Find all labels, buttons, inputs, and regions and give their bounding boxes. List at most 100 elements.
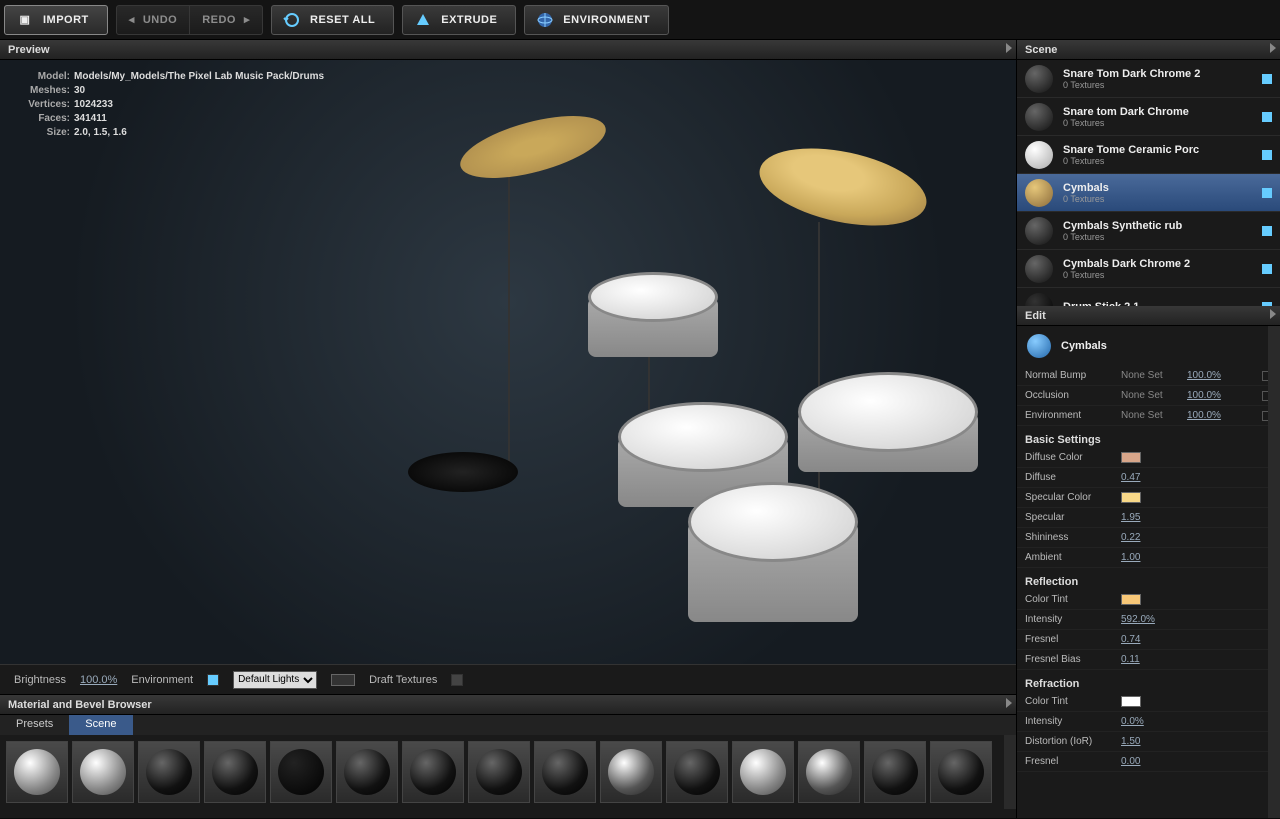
visibility-toggle[interactable] <box>1262 264 1272 274</box>
expand-icon[interactable] <box>1270 309 1276 319</box>
expand-icon[interactable] <box>1006 698 1012 708</box>
property-row: Color Tint <box>1017 590 1280 610</box>
scene-item[interactable]: Snare tom Dark Chrome0 Textures <box>1017 98 1280 136</box>
material-ball-icon <box>1025 255 1053 283</box>
environment-button[interactable]: ENVIRONMENT <box>524 5 669 35</box>
preview-viewport[interactable]: Model:Models/My_Models/The Pixel Lab Mus… <box>0 60 1016 664</box>
material-thumb[interactable] <box>732 741 794 803</box>
property-value[interactable]: 0.22 <box>1121 532 1171 543</box>
property-value[interactable]: 0.47 <box>1121 472 1171 483</box>
property-value[interactable]: 1.50 <box>1121 736 1171 747</box>
scene-item-sub: 0 Textures <box>1063 232 1252 242</box>
scrollbar[interactable] <box>1268 326 1280 818</box>
property-value[interactable]: 100.0% <box>1187 370 1237 381</box>
color-swatch[interactable] <box>1121 696 1141 707</box>
scene-item[interactable]: Drum Stick 2.1 <box>1017 288 1280 306</box>
property-row: Specular Color <box>1017 488 1280 508</box>
import-icon: ▣ <box>15 10 35 30</box>
scrollbar[interactable] <box>1004 735 1016 809</box>
draft-textures-checkbox[interactable] <box>451 674 463 686</box>
material-thumb[interactable] <box>72 741 134 803</box>
tab-scene[interactable]: Scene <box>69 715 132 735</box>
visibility-toggle[interactable] <box>1262 112 1272 122</box>
visibility-toggle[interactable] <box>1262 188 1272 198</box>
extrude-button[interactable]: EXTRUDE <box>402 5 516 35</box>
lights-select[interactable]: Default Lights <box>233 671 317 689</box>
property-label: Distortion (IoR) <box>1025 736 1115 747</box>
scene-item[interactable]: Cymbals0 Textures <box>1017 174 1280 212</box>
expand-icon[interactable] <box>1006 43 1012 53</box>
visibility-toggle[interactable] <box>1262 150 1272 160</box>
material-thumb[interactable] <box>600 741 662 803</box>
material-thumb[interactable] <box>270 741 332 803</box>
property-row: Distortion (IoR) 1.50 <box>1017 732 1280 752</box>
property-value[interactable]: 592.0% <box>1121 614 1171 625</box>
environment-checkbox[interactable] <box>207 674 219 686</box>
property-label: Diffuse Color <box>1025 452 1115 463</box>
undo-arrow-icon: ◂ <box>129 13 135 26</box>
scene-item-sub: 0 Textures <box>1063 270 1252 280</box>
material-thumb[interactable] <box>468 741 530 803</box>
color-swatch[interactable] <box>1121 492 1141 503</box>
material-ball-icon <box>1025 293 1053 307</box>
brightness-value[interactable]: 100.0% <box>80 674 117 686</box>
property-value[interactable]: 0.0% <box>1121 716 1171 727</box>
property-label: Fresnel <box>1025 756 1115 767</box>
draft-textures-label: Draft Textures <box>369 674 437 686</box>
material-thumb[interactable] <box>534 741 596 803</box>
color-swatch[interactable] <box>1121 452 1141 463</box>
property-value[interactable]: 100.0% <box>1187 390 1237 401</box>
material-thumb[interactable] <box>402 741 464 803</box>
material-thumb[interactable] <box>138 741 200 803</box>
property-value[interactable]: 100.0% <box>1187 410 1237 421</box>
property-row: Fresnel Bias 0.11 <box>1017 650 1280 670</box>
property-none-set[interactable]: None Set <box>1121 390 1181 401</box>
scene-item-name: Snare Tom Dark Chrome 2 <box>1063 68 1252 80</box>
property-value[interactable]: 0.74 <box>1121 634 1171 645</box>
tab-presets[interactable]: Presets <box>0 715 69 735</box>
import-button[interactable]: ▣IMPORT <box>4 5 108 35</box>
material-thumb[interactable] <box>204 741 266 803</box>
scene-item-sub: 0 Textures <box>1063 194 1252 204</box>
property-row: Normal BumpNone Set100.0% <box>1017 366 1280 386</box>
reset-all-button[interactable]: RESET ALL <box>271 5 394 35</box>
material-thumb[interactable] <box>336 741 398 803</box>
scene-item[interactable]: Cymbals Dark Chrome 20 Textures <box>1017 250 1280 288</box>
property-row: Specular 1.95 <box>1017 508 1280 528</box>
visibility-toggle[interactable] <box>1262 74 1272 84</box>
material-thumb[interactable] <box>798 741 860 803</box>
browser-tabs: Presets Scene <box>0 715 1016 735</box>
scene-item[interactable]: Snare Tome Ceramic Porc0 Textures <box>1017 136 1280 174</box>
property-row: Diffuse0.47 <box>1017 468 1280 488</box>
property-row: EnvironmentNone Set100.0% <box>1017 406 1280 426</box>
expand-icon[interactable] <box>1270 43 1276 53</box>
property-label: Fresnel Bias <box>1025 654 1115 665</box>
property-value[interactable]: 1.95 <box>1121 512 1171 523</box>
property-none-set[interactable]: None Set <box>1121 370 1181 381</box>
material-spheres <box>0 735 1016 809</box>
property-none-set[interactable]: None Set <box>1121 410 1181 421</box>
property-value[interactable]: 1.00 <box>1121 552 1171 563</box>
reset-icon <box>282 10 302 30</box>
property-label: Specular <box>1025 512 1115 523</box>
material-thumb[interactable] <box>666 741 728 803</box>
scene-item[interactable]: Cymbals Synthetic rub0 Textures <box>1017 212 1280 250</box>
color-swatch[interactable] <box>331 674 355 686</box>
undo-button[interactable]: ◂UNDO <box>116 5 190 35</box>
property-label: Intensity <box>1025 716 1115 727</box>
scene-item-sub: 0 Textures <box>1063 118 1252 128</box>
brightness-label: Brightness <box>14 674 66 686</box>
material-thumb[interactable] <box>6 741 68 803</box>
redo-button[interactable]: REDO▸ <box>190 5 263 35</box>
material-thumb[interactable] <box>864 741 926 803</box>
edit-panel: Cymbals Normal BumpNone Set100.0%Occlusi… <box>1017 326 1280 818</box>
material-thumb[interactable] <box>930 741 992 803</box>
property-label: Color Tint <box>1025 594 1115 605</box>
color-swatch[interactable] <box>1121 594 1141 605</box>
extrude-icon <box>413 10 433 30</box>
property-label: Color Tint <box>1025 696 1115 707</box>
property-value[interactable]: 0.00 <box>1121 756 1171 767</box>
property-value[interactable]: 0.11 <box>1121 654 1171 665</box>
scene-item[interactable]: Snare Tom Dark Chrome 20 Textures <box>1017 60 1280 98</box>
visibility-toggle[interactable] <box>1262 226 1272 236</box>
